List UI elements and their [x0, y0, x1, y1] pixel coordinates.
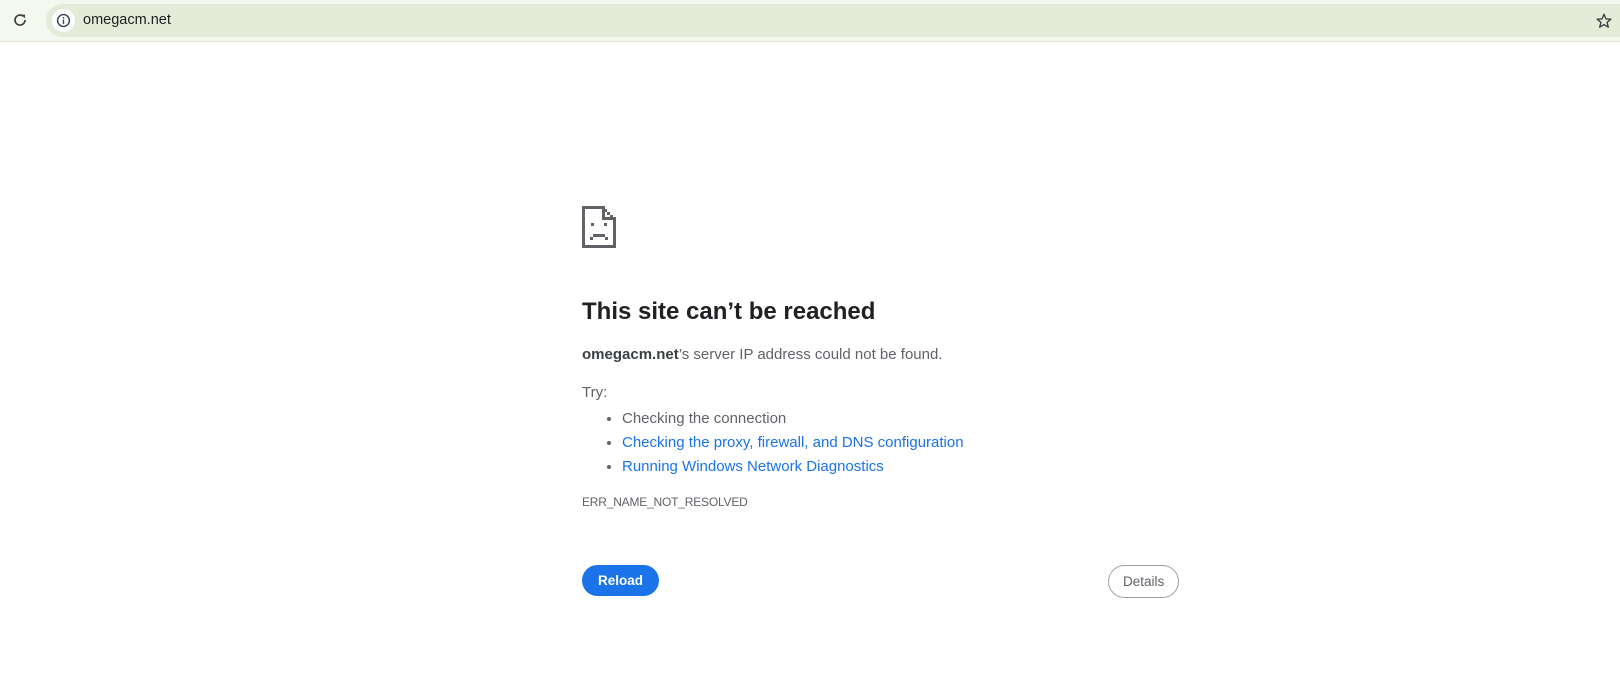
browser-toolbar: omegacm.net: [0, 0, 1620, 42]
error-content: This site can’t be reached omegacm.net’s…: [582, 206, 1182, 598]
error-code: ERR_NAME_NOT_RESOLVED: [582, 495, 748, 509]
site-info-button[interactable]: [52, 9, 75, 32]
proxy-config-link[interactable]: Checking the proxy, firewall, and DNS co…: [622, 434, 964, 451]
reload-button[interactable]: Reload: [582, 565, 660, 596]
sad-document-icon: [582, 206, 616, 248]
network-diagnostics-link[interactable]: Running Windows Network Diagnostics: [622, 458, 884, 475]
reload-icon: [14, 14, 26, 26]
try-label: Try:: [582, 384, 608, 401]
bookmark-button[interactable]: [1592, 9, 1616, 33]
suggestion-item-connection: Checking the connection: [622, 407, 1182, 431]
suggestion-text-connection: Checking the connection: [622, 410, 787, 427]
suggestion-item-proxy: Checking the proxy, firewall, and DNS co…: [622, 431, 1182, 455]
info-icon: [56, 13, 71, 28]
error-host: omegacm.net: [582, 346, 679, 363]
error-summary-text: ’s server IP address could not be found.: [678, 346, 943, 363]
error-title: This site can’t be reached: [582, 298, 876, 325]
suggestion-item-diagnostics: Running Windows Network Diagnostics: [622, 455, 1182, 479]
suggestions-list: Checking the connection Checking the pro…: [582, 407, 1182, 479]
browser-reload-button[interactable]: [8, 8, 32, 32]
url-text[interactable]: omegacm.net: [83, 4, 1483, 37]
details-button[interactable]: Details: [1108, 565, 1180, 598]
address-bar[interactable]: omegacm.net: [46, 4, 1620, 37]
error-summary: omegacm.net’s server IP address could no…: [582, 345, 1182, 365]
star-icon: [1596, 13, 1612, 28]
